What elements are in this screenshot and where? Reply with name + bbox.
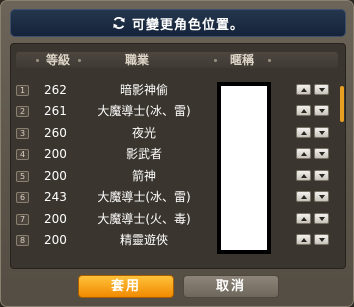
move-up-button[interactable] — [296, 127, 311, 138]
header-separator — [78, 59, 81, 62]
row-level: 262 — [44, 83, 67, 97]
header-level: 等級 — [46, 53, 71, 67]
arrow-down-icon — [318, 87, 325, 92]
header-nickname: 暱稱 — [230, 53, 255, 67]
row-job: 精靈遊俠 — [119, 233, 168, 247]
move-up-button[interactable] — [296, 148, 311, 159]
arrow-down-icon — [318, 108, 325, 113]
move-down-button[interactable] — [314, 84, 329, 95]
move-down-button[interactable] — [314, 170, 329, 181]
row-job: 影武者 — [125, 147, 162, 161]
character-row[interactable]: 1 262 暗影神偷 — [16, 81, 338, 100]
arrow-up-icon — [300, 87, 307, 92]
arrow-down-icon — [318, 194, 325, 199]
move-down-button[interactable] — [314, 213, 329, 224]
row-job: 大魔導士(冰、雷) — [97, 104, 191, 118]
row-number: 8 — [16, 235, 29, 246]
move-down-button[interactable] — [314, 148, 329, 159]
dialog-title: 可變更角色位置。 — [131, 17, 244, 33]
row-number: 5 — [16, 171, 29, 182]
list-header: 等級 職業 暱稱 — [16, 52, 338, 68]
header-separator — [36, 59, 39, 62]
apply-button[interactable]: 套用 — [78, 275, 174, 298]
row-number: 3 — [16, 128, 29, 139]
row-job: 夜光 — [131, 126, 156, 140]
character-row[interactable]: 2 261 大魔導士(冰、雷) — [16, 102, 338, 121]
character-row[interactable]: 5 200 箭神 — [16, 167, 338, 186]
move-down-button[interactable] — [314, 105, 329, 116]
refresh-icon — [113, 17, 125, 29]
row-level: 200 — [44, 212, 67, 226]
move-up-button[interactable] — [296, 170, 311, 181]
row-job: 大魔導士(火、毒) — [97, 212, 191, 226]
arrow-down-icon — [318, 216, 325, 221]
dialog-title-bar: 可變更角色位置。 — [10, 9, 346, 37]
move-down-button[interactable] — [314, 191, 329, 202]
move-down-button[interactable] — [314, 127, 329, 138]
character-row[interactable]: 3 260 夜光 — [16, 124, 338, 143]
arrow-up-icon — [300, 194, 307, 199]
nickname-column-blank — [217, 82, 271, 254]
row-number: 1 — [16, 85, 29, 96]
arrow-up-icon — [300, 130, 307, 135]
row-level: 243 — [44, 190, 67, 204]
row-number: 4 — [16, 149, 29, 160]
arrow-up-icon — [300, 173, 307, 178]
arrow-down-icon — [318, 130, 325, 135]
row-number: 7 — [16, 214, 29, 225]
row-number: 6 — [16, 192, 29, 203]
arrow-down-icon — [318, 151, 325, 156]
arrow-down-icon — [318, 173, 325, 178]
arrow-up-icon — [300, 151, 307, 156]
row-level: 200 — [44, 233, 67, 247]
row-number: 2 — [16, 106, 29, 117]
row-level: 200 — [44, 169, 67, 183]
character-list-panel: 等級 職業 暱稱 1 262 暗影神偷 2 261 大魔導士(冰、雷) 3 26… — [10, 43, 346, 269]
move-down-button[interactable] — [314, 234, 329, 245]
arrow-up-icon — [300, 216, 307, 221]
move-up-button[interactable] — [296, 213, 311, 224]
character-row[interactable]: 4 200 影武者 — [16, 145, 338, 164]
change-character-position-dialog: 可變更角色位置。 等級 職業 暱稱 1 262 暗影神偷 2 261 大魔導士(… — [0, 0, 354, 307]
header-job: 職業 — [125, 53, 150, 67]
character-row[interactable]: 8 200 精靈遊俠 — [16, 231, 338, 250]
move-up-button[interactable] — [296, 191, 311, 202]
header-separator — [214, 59, 217, 62]
row-level: 200 — [44, 147, 67, 161]
row-job: 大魔導士(冰、雷) — [97, 190, 191, 204]
row-level: 261 — [44, 104, 67, 118]
move-up-button[interactable] — [296, 84, 311, 95]
arrow-up-icon — [300, 108, 307, 113]
character-row[interactable]: 7 200 大魔導士(火、毒) — [16, 210, 338, 229]
arrow-up-icon — [300, 237, 307, 242]
row-job: 箭神 — [131, 169, 156, 183]
list-scrollbar[interactable] — [340, 86, 344, 122]
move-up-button[interactable] — [296, 105, 311, 116]
character-row[interactable]: 6 243 大魔導士(冰、雷) — [16, 188, 338, 207]
cancel-button[interactable]: 取消 — [183, 275, 279, 298]
row-level: 260 — [44, 126, 67, 140]
header-separator — [268, 59, 271, 62]
row-job: 暗影神偷 — [119, 83, 168, 97]
arrow-down-icon — [318, 237, 325, 242]
move-up-button[interactable] — [296, 234, 311, 245]
